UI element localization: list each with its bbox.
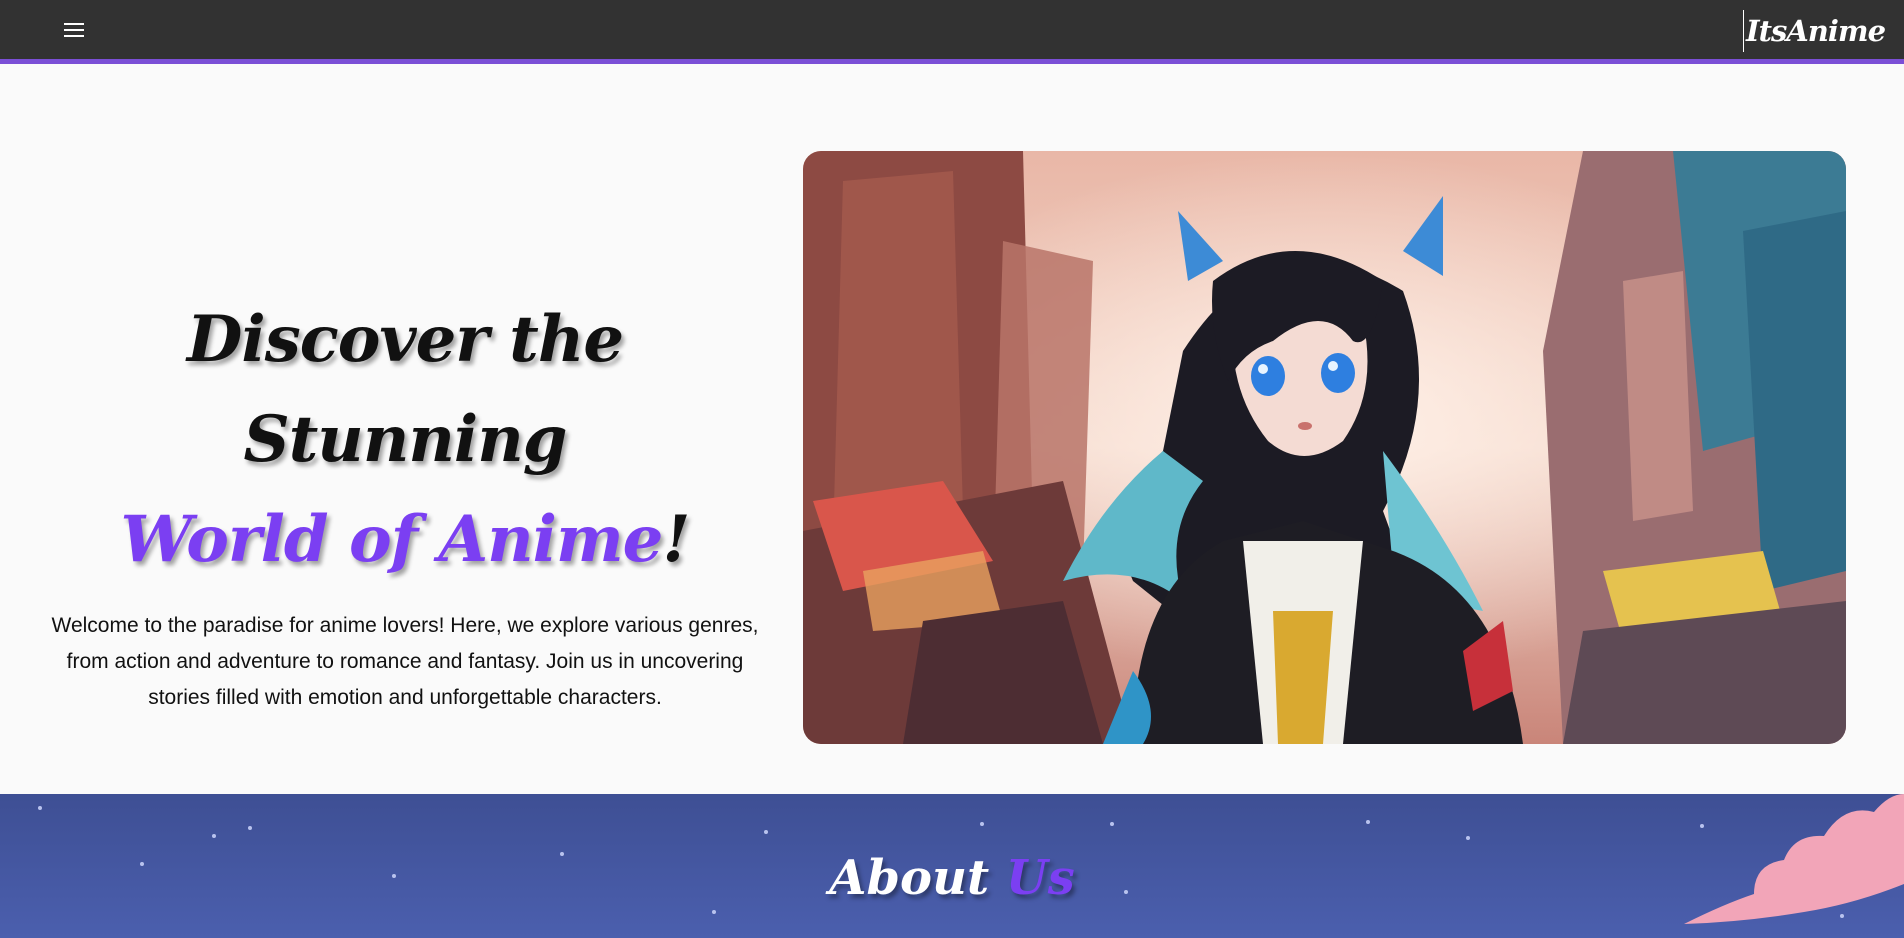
star-decoration <box>248 826 252 830</box>
hero-title-accent: World of Anime <box>120 502 664 577</box>
about-title-accent: Us <box>1005 850 1075 906</box>
star-decoration <box>764 830 768 834</box>
hamburger-menu-icon[interactable] <box>60 20 88 42</box>
star-decoration <box>712 910 716 914</box>
star-decoration <box>980 822 984 826</box>
star-decoration <box>1366 820 1370 824</box>
about-section: About Us <box>0 794 1904 938</box>
star-decoration <box>212 834 216 838</box>
star-decoration <box>1110 822 1114 826</box>
about-title-word: About <box>829 850 990 906</box>
hero-text-block: Discover the Stunning World of Anime! We… <box>40 290 770 716</box>
hero-anime-illustration <box>803 151 1846 744</box>
brand-logo[interactable]: ItsAnime <box>1746 10 1886 52</box>
brand-divider <box>1743 10 1744 52</box>
hero-title: Discover the Stunning World of Anime! <box>40 290 770 590</box>
about-title: About Us <box>0 850 1904 906</box>
hero-title-suffix: ! <box>662 502 690 577</box>
hero-title-line1: Discover the Stunning <box>186 302 624 477</box>
star-decoration <box>38 806 42 810</box>
hero-description: Welcome to the paradise for anime lovers… <box>51 614 759 709</box>
star-decoration <box>1466 836 1470 840</box>
top-navbar: ItsAnime <box>0 0 1904 64</box>
